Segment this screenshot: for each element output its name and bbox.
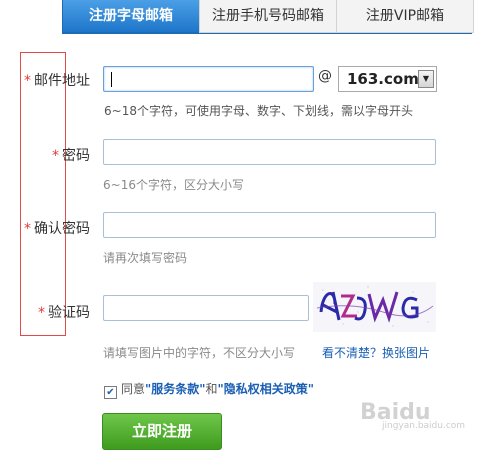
agreement-checkbox[interactable]: ✔ (104, 386, 117, 399)
refresh-captcha-link[interactable]: 看不清楚？换张图片 (322, 344, 430, 361)
password-field[interactable] (103, 139, 436, 165)
email-input[interactable] (104, 67, 313, 91)
privacy-policy-link[interactable]: "隐私权相关政策" (218, 382, 315, 396)
annotation-box (20, 52, 66, 336)
tab-mobile-email[interactable]: 注册手机号码邮箱 (199, 0, 337, 33)
password-hint: 6~16个字符，区分大小写 (103, 178, 244, 192)
captcha-hint: 请填写图片中的字符，不区分大小写 (103, 346, 296, 360)
required-mark: * (24, 221, 31, 237)
confirm-password-input[interactable] (104, 213, 435, 237)
tab-vip-email[interactable]: 注册VIP邮箱 (336, 0, 474, 33)
tab-bar: 注册字母邮箱 注册手机号码邮箱 注册VIP邮箱 (62, 0, 474, 34)
email-field[interactable] (103, 66, 314, 92)
email-label: * 邮件地址 (24, 73, 90, 89)
text-caret (111, 72, 112, 87)
domain-select[interactable]: 163.com ▼ (338, 66, 437, 92)
confirm-password-field[interactable] (103, 212, 436, 238)
captcha-image-graphic (313, 282, 436, 332)
password-label: * 密码 (52, 148, 90, 164)
email-hint: 6~18个字符，可使用字母、数字、下划线，需以字母开头 (104, 104, 413, 118)
baidu-watermark-logo: Baidu jingyan.baidu.com (360, 400, 466, 431)
confirm-password-hint: 请再次填写密码 (103, 251, 188, 265)
agreement-row: ✔ 同意"服务条款"和"隐私权相关政策" (104, 380, 314, 399)
required-mark: * (24, 73, 31, 89)
captcha-field[interactable] (103, 295, 309, 321)
captcha-input[interactable] (104, 296, 308, 320)
captcha-image[interactable] (313, 282, 436, 332)
required-mark: * (38, 305, 45, 321)
tab-underline (62, 33, 472, 34)
captcha-label: * 验证码 (38, 305, 90, 321)
confirm-password-label: * 确认密码 (24, 221, 90, 237)
chevron-down-icon[interactable]: ▼ (418, 70, 434, 88)
required-mark: * (52, 148, 59, 164)
domain-value: 163.com (347, 70, 419, 88)
terms-link[interactable]: "服务条款" (145, 382, 206, 396)
at-sign: @ (318, 68, 332, 84)
password-input[interactable] (104, 140, 435, 164)
tab-letter-email[interactable]: 注册字母邮箱 (62, 0, 200, 33)
register-button[interactable]: 立即注册 (102, 413, 222, 450)
